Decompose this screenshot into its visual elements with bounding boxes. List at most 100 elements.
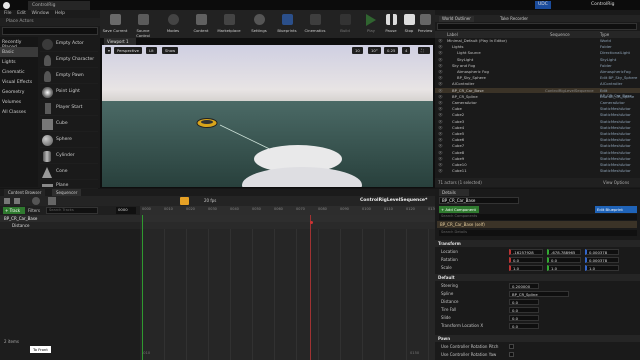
category-geometry[interactable]: Geometry bbox=[0, 87, 38, 97]
visibility-eye-icon[interactable]: 👁 bbox=[438, 100, 443, 105]
outliner-row[interactable]: 👁 Atmospheric Fog AtmosphericFog bbox=[435, 69, 640, 74]
save-current-button[interactable]: Save Current bbox=[102, 12, 128, 36]
tab-take-recorder[interactable]: Take Recorder bbox=[497, 16, 531, 22]
outliner-row[interactable]: 👁 Minimal_Default (Play In Editor) World bbox=[435, 38, 640, 43]
auto-key-icon[interactable] bbox=[180, 197, 189, 205]
visibility-eye-icon[interactable]: 👁 bbox=[438, 63, 443, 68]
visibility-eye-icon[interactable]: 👁 bbox=[438, 156, 443, 161]
viewport-options-button[interactable]: ▾ bbox=[105, 47, 111, 54]
category-cinematic[interactable]: Cinematic bbox=[0, 67, 38, 77]
outliner-row[interactable]: 👁 Light Source DirectionalLight bbox=[435, 50, 640, 55]
outliner-row[interactable]: 👁 Cube6 StaticMeshActor bbox=[435, 137, 640, 142]
visibility-eye-icon[interactable]: 👁 bbox=[438, 50, 443, 55]
visibility-eye-icon[interactable]: 👁 bbox=[438, 168, 443, 173]
property-value-field[interactable]: 0.0 bbox=[509, 315, 539, 321]
visibility-eye-icon[interactable]: 👁 bbox=[438, 131, 443, 136]
location-x-field[interactable]: -16257928 bbox=[509, 249, 543, 255]
blueprints-button[interactable]: Blueprints bbox=[274, 12, 300, 36]
pawn-section[interactable]: Pawn bbox=[435, 335, 640, 342]
outliner-row[interactable]: 👁 CameraActor CameraActor bbox=[435, 100, 640, 105]
playback-end-marker[interactable] bbox=[310, 215, 311, 360]
rotation-y-field[interactable]: 0.0 bbox=[547, 257, 581, 263]
visibility-eye-icon[interactable]: 👁 bbox=[438, 106, 443, 111]
show-button[interactable]: Show bbox=[162, 47, 179, 54]
visibility-eye-icon[interactable]: 👁 bbox=[438, 119, 443, 124]
component-self-row[interactable]: BP_CR_Car_Base (self) bbox=[437, 221, 637, 228]
tab-content-browser[interactable]: Content Browser bbox=[4, 189, 46, 196]
scale-z-field[interactable]: 1.0 bbox=[585, 265, 619, 271]
search-tracks-input[interactable]: Search Tracks bbox=[46, 207, 98, 214]
filters-button[interactable]: Filters bbox=[28, 208, 40, 213]
fps-dropdown[interactable]: 20 fps bbox=[204, 198, 216, 203]
level-viewport[interactable]: ▾ Perspective Lit Show 10 10° 0.25 4 ⛶ bbox=[102, 45, 433, 187]
render-movie-icon[interactable] bbox=[48, 197, 56, 205]
menu-window[interactable]: Window bbox=[31, 11, 49, 16]
cinematics-button[interactable]: Cinematics bbox=[302, 12, 328, 36]
outliner-row[interactable]: 👁 Cube11 StaticMeshActor bbox=[435, 168, 640, 173]
tab-details[interactable]: Details bbox=[439, 189, 469, 196]
property-value-field[interactable]: 0.200000 bbox=[509, 283, 539, 289]
actor-plane[interactable]: Plane bbox=[40, 181, 98, 189]
modes-button[interactable]: Modes bbox=[160, 12, 186, 36]
visibility-eye-icon[interactable]: 👁 bbox=[438, 38, 443, 43]
settings-button[interactable]: Settings bbox=[246, 12, 272, 36]
default-section[interactable]: Default bbox=[435, 274, 640, 281]
time-ruler[interactable]: 0000 0010 0020 0030 0040 0050 0060 0070 0080 0090… bbox=[140, 206, 437, 215]
tab-sequencer[interactable]: Sequencer bbox=[52, 189, 82, 196]
outliner-row[interactable]: 👁 Cube7 StaticMeshActor bbox=[435, 143, 640, 148]
outliner-search-input[interactable] bbox=[437, 23, 637, 30]
checkbox[interactable] bbox=[509, 344, 514, 349]
visibility-eye-icon[interactable]: 👁 bbox=[438, 94, 443, 99]
outliner-row[interactable]: 👁 BP_CR_Spline Edit BP_CR_Spline bbox=[435, 94, 640, 99]
angle-snap-value[interactable]: 10° bbox=[368, 47, 381, 54]
scale-snap-value[interactable]: 0.25 bbox=[384, 47, 399, 54]
rotation-z-field[interactable]: 0.000378 bbox=[585, 257, 619, 263]
visibility-eye-icon[interactable]: 👁 bbox=[438, 137, 443, 142]
playback-start-marker[interactable] bbox=[142, 215, 143, 360]
transform-section[interactable]: Transform bbox=[435, 240, 640, 247]
actor-cylinder[interactable]: Cylinder bbox=[40, 149, 98, 164]
scale-x-field[interactable]: 1.0 bbox=[509, 265, 543, 271]
add-track-button[interactable]: + Track bbox=[3, 207, 25, 214]
source-control-button[interactable]: Source Control bbox=[130, 12, 156, 38]
search-details-input[interactable]: Search Details bbox=[439, 230, 637, 236]
search-classes-input[interactable] bbox=[2, 27, 98, 35]
marketplace-button[interactable]: Marketplace bbox=[216, 12, 242, 36]
visibility-eye-icon[interactable]: 👁 bbox=[438, 81, 443, 86]
camera-speed-value[interactable]: 4 bbox=[402, 47, 411, 54]
visibility-eye-icon[interactable]: 👁 bbox=[438, 150, 443, 155]
category-all-classes[interactable]: All Classes bbox=[0, 107, 38, 117]
content-button[interactable]: Content bbox=[188, 12, 214, 36]
visibility-eye-icon[interactable]: 👁 bbox=[438, 75, 443, 80]
actor-empty-pawn[interactable]: Empty Pawn bbox=[40, 69, 98, 84]
location-y-field[interactable]: -678.788965 bbox=[547, 249, 581, 255]
current-frame-field[interactable]: 0000 bbox=[116, 207, 136, 214]
col-sequence[interactable]: Sequence bbox=[550, 32, 570, 37]
checkbox[interactable] bbox=[509, 352, 514, 357]
camera-icon[interactable] bbox=[32, 197, 40, 205]
menu-edit[interactable]: Edit bbox=[17, 11, 26, 16]
actor-empty-actor[interactable]: Empty Actor bbox=[40, 37, 98, 52]
menu-file[interactable]: File bbox=[4, 11, 12, 16]
tab-world-outliner[interactable]: World Outliner bbox=[439, 16, 474, 22]
col-label[interactable]: Label bbox=[447, 32, 458, 37]
rotation-x-field[interactable]: 0.0 bbox=[509, 257, 543, 263]
category-lights[interactable]: Lights bbox=[0, 57, 38, 67]
track-row[interactable]: BP_CR_Car_Base bbox=[0, 215, 140, 222]
scale-y-field[interactable]: 1.0 bbox=[547, 265, 581, 271]
outliner-row[interactable]: 👁 Cube4 StaticMeshActor bbox=[435, 125, 640, 130]
viewport-tab[interactable]: Viewport 1 bbox=[104, 38, 136, 45]
view-range-start[interactable]: -010 bbox=[142, 351, 150, 355]
timeline-area[interactable]: -010 0150 bbox=[140, 215, 435, 360]
actor-cone[interactable]: Cone bbox=[40, 165, 98, 180]
outliner-row[interactable]: 👁 AIController AIController bbox=[435, 81, 640, 86]
outliner-row[interactable]: 👁 Cube3 StaticMeshActor bbox=[435, 119, 640, 124]
visibility-eye-icon[interactable]: 👁 bbox=[438, 44, 443, 49]
outliner-row[interactable]: 👁 Cube StaticMeshActor bbox=[435, 106, 640, 111]
outliner-row[interactable]: 👁 SkyLight SkyLight bbox=[435, 57, 640, 62]
perspective-button[interactable]: Perspective bbox=[114, 47, 142, 54]
outliner-row[interactable]: 👁 Sky and Fog Folder bbox=[435, 63, 640, 68]
add-component-button[interactable]: + Add Component bbox=[439, 206, 479, 213]
visibility-eye-icon[interactable]: 👁 bbox=[438, 57, 443, 62]
outliner-row[interactable]: 👁 Cube9 StaticMeshActor bbox=[435, 156, 640, 161]
